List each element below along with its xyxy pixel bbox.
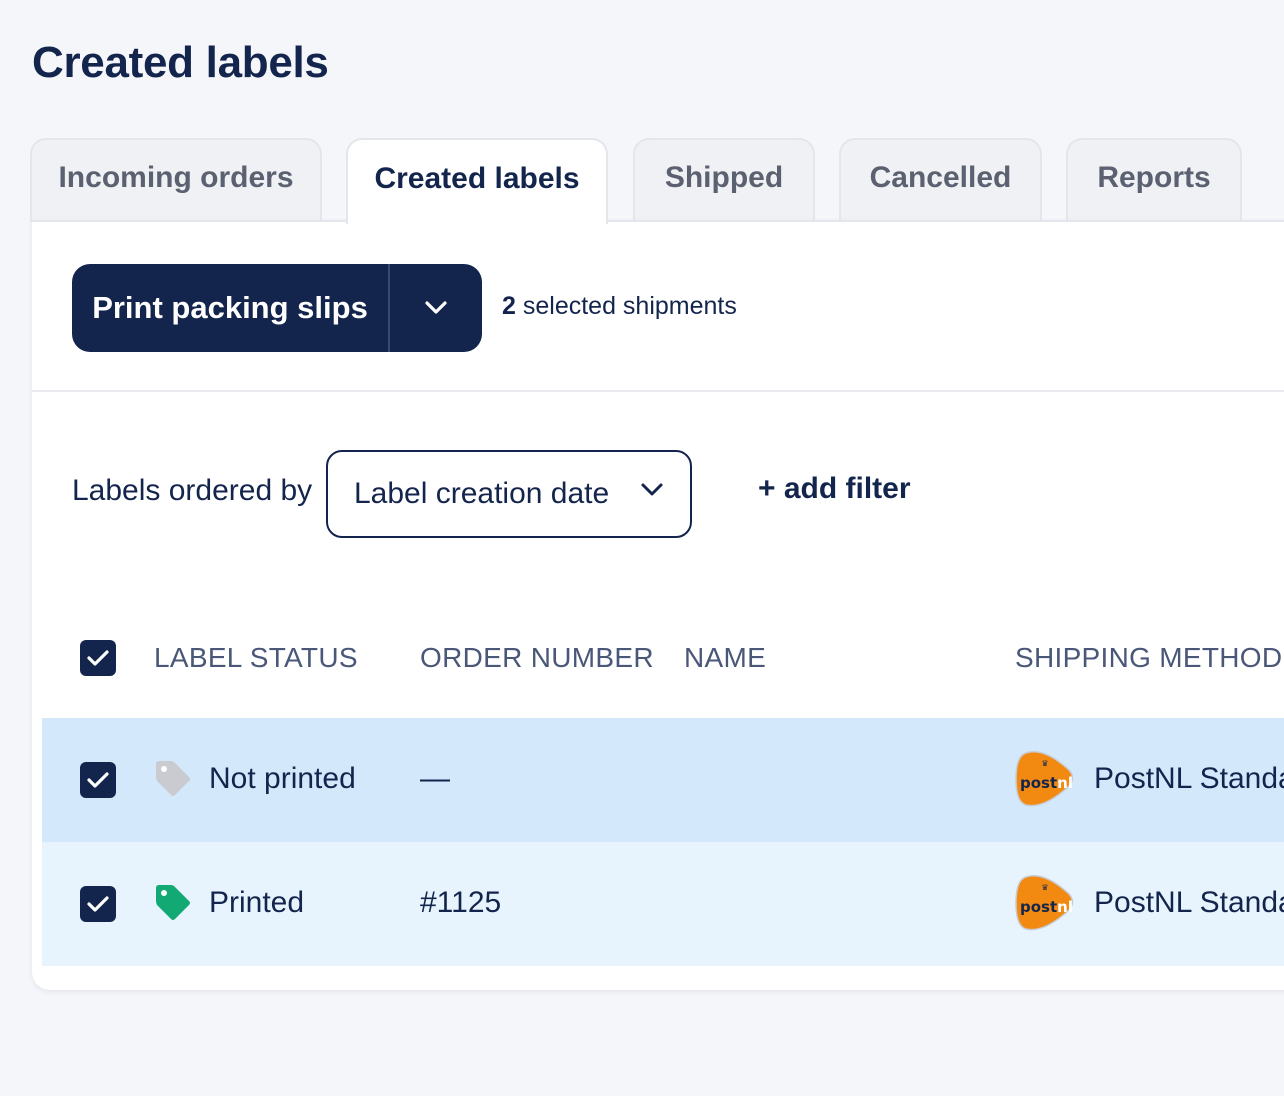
checkmark-icon [87, 896, 109, 912]
chevron-down-icon [425, 301, 447, 314]
toolbar-divider [32, 390, 1284, 392]
print-packing-slips-button[interactable]: Print packing slips [72, 264, 390, 352]
order-number: #1125 [420, 886, 502, 919]
tag-icon [156, 885, 190, 920]
postnl-logo: ♛ postnl [1015, 875, 1074, 931]
selected-count: 2 [502, 292, 516, 320]
column-header-label-status[interactable]: LABEL STATUS [154, 642, 358, 674]
tab-created-labels[interactable]: Created labels [346, 138, 608, 224]
order-by-select[interactable]: Label creation date [326, 450, 692, 538]
order-by-label: Labels ordered by [72, 474, 313, 507]
tab-reports[interactable]: Reports [1066, 138, 1242, 222]
print-options-toggle[interactable] [390, 264, 482, 352]
tab-incoming-orders[interactable]: Incoming orders [30, 138, 322, 222]
content-panel: Print packing slips 2 selected shipments… [32, 220, 1284, 990]
column-header-shipping-method[interactable]: SHIPPING METHOD [1015, 642, 1282, 674]
select-all-checkbox[interactable] [80, 640, 116, 676]
order-by-value: Label creation date [354, 477, 610, 510]
tab-cancelled[interactable]: Cancelled [839, 138, 1042, 222]
page-title: Created labels [32, 38, 329, 87]
svg-text:♛: ♛ [1041, 883, 1048, 892]
page: Created labels Incoming orders Created l… [0, 0, 1284, 1096]
label-status: Printed [209, 886, 305, 919]
checkmark-icon [87, 772, 109, 788]
selected-text: selected shipments [522, 292, 737, 320]
order-number: — [420, 762, 450, 795]
column-header-order-number[interactable]: ORDER NUMBER [420, 642, 654, 674]
shipping-method: PostNL Standa [1094, 886, 1284, 919]
print-packing-slips-split-button: Print packing slips [72, 264, 482, 352]
column-header-name[interactable]: NAME [684, 642, 766, 674]
shipping-method: PostNL Standa [1094, 762, 1284, 795]
chevron-down-icon [641, 483, 663, 496]
postnl-logo: ♛ postnl [1015, 751, 1074, 807]
selected-shipments-info: 2 selected shipments [502, 292, 737, 321]
tag-icon [156, 761, 190, 796]
add-filter-button[interactable]: + add filter [758, 472, 911, 506]
svg-text:♛: ♛ [1041, 759, 1048, 768]
svg-text:postnl: postnl [1020, 898, 1073, 916]
tab-shipped[interactable]: Shipped [633, 138, 815, 222]
table-row[interactable]: Printed #1125 ♛ postnl PostNL Standa [42, 842, 1284, 966]
checkmark-icon [87, 650, 109, 666]
row-checkbox[interactable] [80, 886, 116, 922]
row-checkbox[interactable] [80, 762, 116, 798]
table-row[interactable]: Not printed — ♛ postnl PostNL Standa [42, 718, 1284, 842]
label-status: Not printed [209, 762, 356, 795]
svg-text:postnl: postnl [1020, 774, 1073, 792]
